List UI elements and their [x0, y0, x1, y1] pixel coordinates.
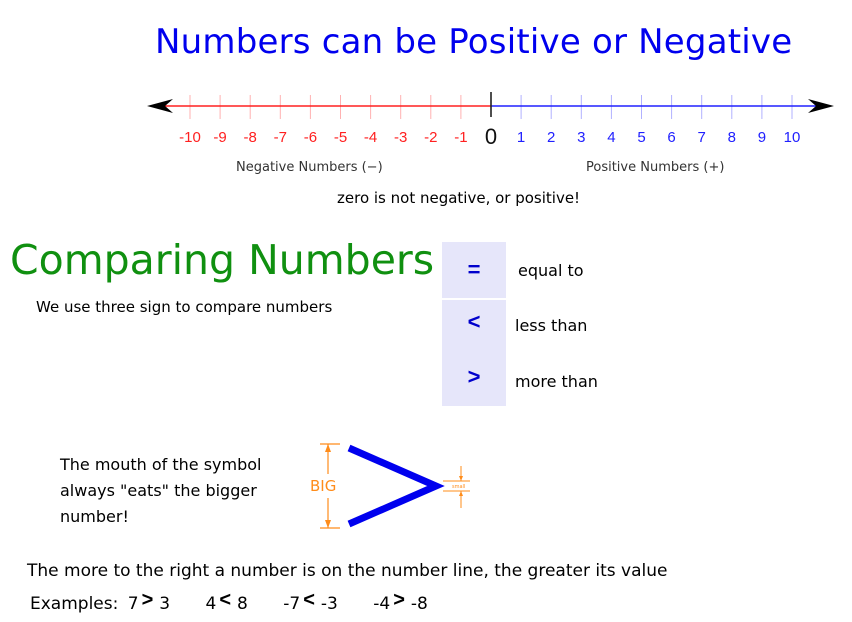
- less-than-meaning: less than: [515, 316, 588, 335]
- tick-label: -5: [334, 129, 347, 146]
- tick-label: -10: [179, 129, 201, 146]
- small-label: small: [452, 484, 465, 490]
- tick-label: -8: [244, 129, 257, 146]
- negative-numbers-caption: Negative Numbers (−): [236, 160, 383, 175]
- examples-row: Examples: 7 >3 4 <8 -7 < -3 -4 > -8: [30, 589, 458, 615]
- equal-sign-cell: =: [442, 242, 506, 298]
- example-right: 3: [159, 594, 171, 614]
- positive-numbers-caption: Positive Numbers (+): [586, 160, 725, 175]
- tick-label: -6: [304, 129, 317, 146]
- tick-label: 7: [698, 129, 706, 146]
- tick-label: -1: [454, 129, 467, 146]
- mouth-note: The mouth of the symbol always "eats" th…: [60, 452, 300, 530]
- tick-label: 1: [517, 129, 525, 146]
- example-sign: <: [219, 589, 232, 611]
- example-left: -7: [283, 594, 301, 614]
- example-right: -3: [320, 594, 338, 614]
- tick-label: 5: [637, 129, 645, 146]
- greater-than-meaning: more than: [515, 372, 598, 391]
- tick-label: 8: [728, 129, 736, 146]
- example-item: -7 < -3: [283, 589, 338, 615]
- tick-label: -2: [424, 129, 437, 146]
- example-left: 7: [127, 594, 139, 614]
- example-sign: >: [141, 589, 154, 611]
- tick-label: -7: [274, 129, 287, 146]
- number-line: -10 -9 -8 -7 -6 -5 -4 -3 -2 -1 0 1 2 3 4 5 6 7 8 9 10: [147, 92, 834, 149]
- example-right: -8: [410, 594, 428, 614]
- tick-label-zero: 0: [485, 124, 497, 149]
- comparing-heading: Comparing Numbers: [10, 236, 435, 284]
- example-item: -4 > -8: [373, 589, 428, 615]
- example-right: 8: [237, 594, 248, 614]
- greater-than-symbol: [347, 444, 445, 528]
- tick-label: 6: [667, 129, 675, 146]
- tick-label: -9: [213, 129, 226, 146]
- rule-statement: The more to the right a number is on the…: [27, 561, 668, 581]
- example-sign: <: [303, 589, 315, 611]
- big-label: BIG: [310, 477, 336, 495]
- tick-label: 9: [758, 129, 766, 146]
- example-item: 7 >3: [127, 589, 171, 615]
- equal-meaning: equal to: [518, 261, 584, 280]
- comparing-subheading: We use three sign to compare numbers: [36, 298, 333, 316]
- zero-note: zero is not negative, or positive!: [337, 189, 581, 207]
- tick-label: 2: [547, 129, 555, 146]
- tick-label: 4: [607, 129, 615, 146]
- example-sign: >: [393, 589, 405, 611]
- tick-label: 10: [784, 129, 801, 146]
- greater-than-sign-cell: >: [442, 348, 506, 406]
- examples-label: Examples:: [30, 594, 119, 614]
- tick-label: -3: [394, 129, 407, 146]
- example-left: -4: [373, 594, 391, 614]
- greater-than-diagram: BIG small: [310, 443, 470, 529]
- tick-label: -4: [364, 129, 377, 146]
- mouth-note-text: The mouth of the symbol always "eats" th…: [60, 455, 262, 526]
- tick-label: 3: [577, 129, 585, 146]
- example-item: 4 <8: [205, 589, 248, 615]
- example-left: 4: [205, 594, 217, 614]
